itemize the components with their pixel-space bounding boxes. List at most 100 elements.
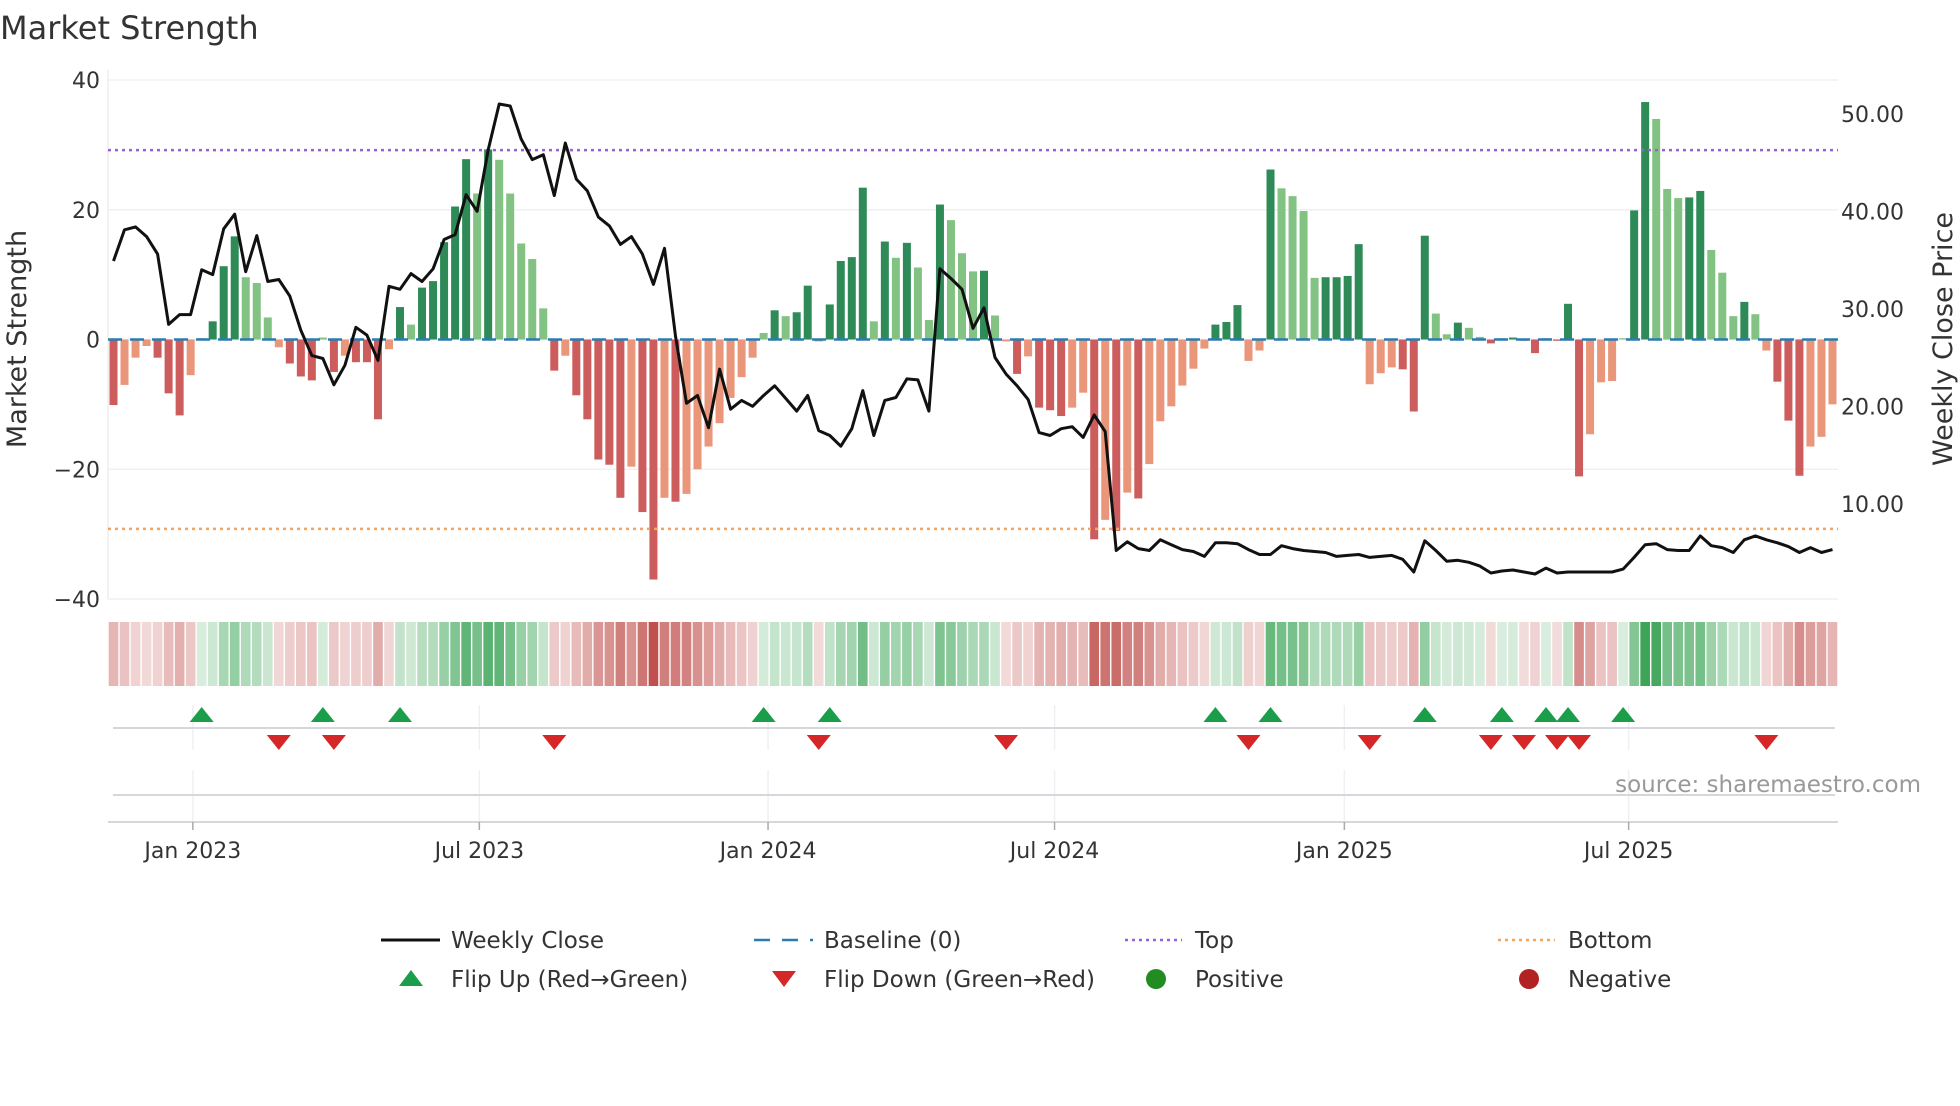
heat-cell <box>307 622 317 686</box>
heat-cell <box>428 622 438 686</box>
heat-cell <box>1684 622 1695 686</box>
legend-label: Baseline (0) <box>824 928 961 954</box>
heat-cell <box>604 622 615 686</box>
flip-up-marker <box>310 707 335 722</box>
heat-cell <box>1320 622 1331 686</box>
strength-bar <box>1200 339 1209 349</box>
strength-bar <box>1255 339 1264 351</box>
strength-bar <box>384 339 393 350</box>
strength-bar <box>1486 339 1495 344</box>
x-ticks: Jan 2023 Jul 2023 Jan 2024 Jul 2024 Jan 2025… <box>142 822 1673 864</box>
flip-markers <box>108 705 1838 823</box>
strength-bar <box>605 339 614 465</box>
strength-bar <box>980 270 989 340</box>
strength-bar <box>175 339 184 416</box>
strength-bar <box>627 339 636 467</box>
flip-up-marker <box>751 707 776 722</box>
heat-cell <box>483 622 493 686</box>
heat-cell <box>1353 622 1364 686</box>
heat-cell <box>1364 622 1375 686</box>
heat-cell <box>659 622 670 686</box>
heat-cell <box>869 622 879 686</box>
y-tick-label-right: 40.00 <box>1841 200 1904 225</box>
heat-cell <box>846 622 857 686</box>
strength-bar <box>1288 196 1297 340</box>
strength-bar <box>252 283 261 340</box>
flip-up-marker <box>1489 707 1514 722</box>
strength-bar <box>1575 339 1584 477</box>
strength-bar <box>1024 339 1033 357</box>
strength-bar <box>1828 339 1837 405</box>
heat-cell <box>251 622 262 686</box>
x-tick-label: Jan 2025 <box>1294 839 1393 864</box>
strength-bar <box>241 277 250 340</box>
heat-cell <box>1717 622 1728 686</box>
heat-cell <box>1276 622 1287 686</box>
flip-up-marker <box>1412 707 1437 722</box>
heat-cell <box>1662 622 1673 686</box>
heat-cell <box>538 622 549 686</box>
strength-bar <box>1817 339 1826 437</box>
heat-cell <box>1287 622 1298 686</box>
heat-cell <box>990 622 1000 686</box>
heat-cell <box>1430 622 1441 686</box>
flip-down-marker <box>1357 735 1382 750</box>
heat-cell <box>119 622 130 686</box>
strength-bar <box>1266 169 1275 340</box>
legend-label: Bottom <box>1568 928 1652 954</box>
strength-bar <box>109 339 118 406</box>
strength-bar <box>1530 339 1539 354</box>
strength-bar <box>726 339 735 398</box>
strength-bar <box>1167 339 1176 407</box>
strength-bar <box>285 339 294 364</box>
strength-bar <box>770 310 779 340</box>
heat-cell <box>1794 622 1805 686</box>
strength-bar <box>1553 339 1562 341</box>
strength-bar <box>748 339 757 358</box>
strength-bar <box>649 339 658 580</box>
flip-down-marker <box>542 735 567 750</box>
legend-item-line: Weekly Close <box>381 928 604 954</box>
strength-bar <box>836 261 845 340</box>
heat-cell <box>1067 622 1077 686</box>
y-tick-label: 0 <box>86 329 100 354</box>
legend-item-dot-top: Top <box>1125 928 1234 954</box>
heat-cell <box>1254 622 1265 686</box>
heat-cell <box>1629 622 1639 686</box>
flip-down-marker <box>1545 735 1570 750</box>
heat-cell <box>1607 622 1617 686</box>
strength-bar <box>1707 249 1716 340</box>
strength-bar <box>583 339 592 420</box>
heat-cell <box>1078 622 1089 686</box>
heat-cell <box>725 622 736 686</box>
strength-bar <box>1674 198 1683 340</box>
heat-cell <box>1243 622 1254 686</box>
strength-bar <box>1123 339 1132 493</box>
heat-cell <box>494 622 504 686</box>
heat-cell <box>747 622 758 686</box>
strength-bar <box>869 321 878 340</box>
flip-down-marker <box>266 735 291 750</box>
heat-cell <box>968 622 978 686</box>
strength-bar <box>296 339 305 377</box>
strength-bar <box>1365 339 1374 385</box>
legend-label: Positive <box>1195 967 1284 993</box>
strength-bar <box>1189 339 1198 369</box>
strength-bar <box>1387 339 1396 368</box>
heat-cell <box>196 622 207 686</box>
heat-cell <box>285 622 295 686</box>
heat-cell <box>626 622 637 686</box>
heat-cell <box>736 622 747 686</box>
circle-positive-icon <box>1146 969 1166 989</box>
strength-bar <box>1035 339 1044 408</box>
strength-bar <box>539 308 548 340</box>
strength-bar <box>1508 337 1517 340</box>
market-strength-chart: Market Strength Market Strength Weekly C… <box>0 9 1959 993</box>
heat-cell <box>1772 622 1783 686</box>
strength-bar <box>440 242 449 340</box>
heat-cell <box>692 622 703 686</box>
strength-bar <box>1068 339 1077 408</box>
strength-bar <box>825 304 834 340</box>
strength-bar <box>1233 305 1242 340</box>
strength-bar <box>891 257 900 340</box>
